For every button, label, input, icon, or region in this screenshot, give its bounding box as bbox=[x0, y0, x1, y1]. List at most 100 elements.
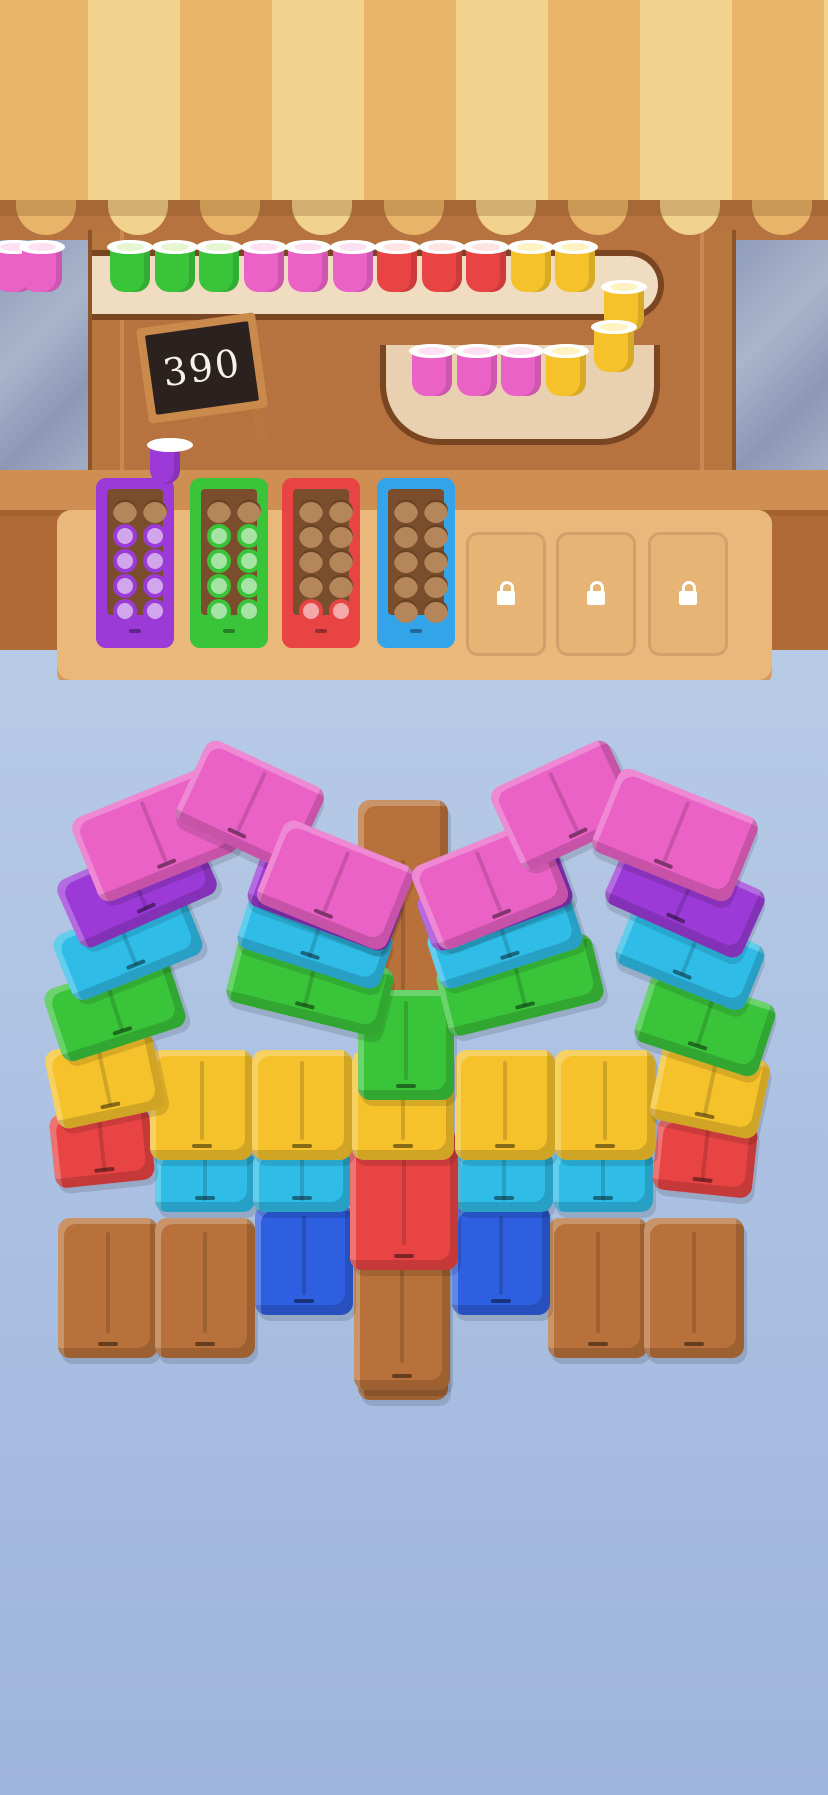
box-slot bbox=[129, 629, 141, 633]
red-box[interactable] bbox=[282, 478, 360, 648]
box-cup bbox=[237, 574, 261, 598]
box-hole bbox=[207, 499, 231, 523]
block-seam bbox=[322, 850, 351, 913]
lock-icon bbox=[679, 581, 697, 605]
brown-block[interactable] bbox=[644, 1218, 744, 1358]
shop-scene: 390 bbox=[0, 0, 828, 680]
box-cup bbox=[237, 599, 261, 623]
block-slot bbox=[294, 1299, 314, 1303]
box-cup bbox=[143, 599, 167, 623]
royal-block[interactable] bbox=[452, 1205, 550, 1315]
brown-block[interactable] bbox=[155, 1218, 255, 1358]
box-hole bbox=[237, 499, 261, 523]
purple-box[interactable] bbox=[96, 478, 174, 648]
block-seam bbox=[139, 800, 168, 863]
box-hole bbox=[113, 499, 137, 523]
box-hole bbox=[424, 549, 448, 573]
locked-slot-3[interactable] bbox=[648, 532, 728, 656]
block-seam bbox=[106, 1232, 110, 1333]
block-slot bbox=[593, 1196, 613, 1200]
block-slot bbox=[394, 1254, 414, 1258]
block-seam bbox=[503, 1061, 507, 1141]
box-cup bbox=[329, 599, 353, 623]
box-cup bbox=[237, 549, 261, 573]
box-slot bbox=[223, 629, 235, 633]
block-slot bbox=[595, 1144, 615, 1148]
held-cup bbox=[147, 438, 193, 484]
box-slot bbox=[315, 629, 327, 633]
box-hole bbox=[424, 599, 448, 623]
block-slot bbox=[692, 1176, 713, 1183]
block-slot bbox=[294, 1001, 316, 1010]
block-seam bbox=[96, 1117, 107, 1171]
block-slot bbox=[393, 1144, 413, 1148]
box-cup bbox=[113, 524, 137, 548]
box-cup bbox=[207, 599, 231, 623]
block-slot bbox=[396, 1084, 416, 1088]
block-slot bbox=[694, 1111, 715, 1120]
box-cup bbox=[143, 524, 167, 548]
box-hole bbox=[394, 599, 418, 623]
box-hole bbox=[329, 549, 353, 573]
block-seam bbox=[700, 1127, 711, 1181]
block-slot bbox=[195, 1342, 215, 1346]
box-hole bbox=[299, 574, 323, 598]
box-hole bbox=[329, 574, 353, 598]
box-cup bbox=[207, 524, 231, 548]
box-cup bbox=[299, 599, 323, 623]
yellow-block[interactable] bbox=[150, 1050, 253, 1160]
box-hole bbox=[329, 524, 353, 548]
box-inner bbox=[107, 489, 167, 623]
yellow-block[interactable] bbox=[252, 1050, 352, 1160]
block-seam bbox=[499, 1216, 503, 1296]
yellow-block[interactable] bbox=[555, 1050, 655, 1160]
block-seam bbox=[547, 771, 579, 832]
block-seam bbox=[601, 1156, 605, 1201]
box-hole bbox=[143, 499, 167, 523]
box-inner bbox=[201, 489, 261, 623]
box-hole bbox=[299, 549, 323, 573]
block-seam bbox=[302, 1216, 306, 1296]
box-hole bbox=[299, 524, 323, 548]
box-cup bbox=[143, 574, 167, 598]
locked-slot-2[interactable] bbox=[556, 532, 636, 656]
box-hole bbox=[424, 524, 448, 548]
block-seam bbox=[474, 850, 503, 913]
block-slot bbox=[491, 1299, 511, 1303]
block-seam bbox=[404, 1001, 408, 1081]
blue-box[interactable] bbox=[377, 478, 455, 648]
block-seam bbox=[96, 1048, 113, 1106]
box-hole bbox=[394, 499, 418, 523]
box-cup bbox=[207, 549, 231, 573]
box-inner bbox=[293, 489, 353, 623]
brown-block[interactable] bbox=[58, 1218, 158, 1358]
locked-slot-1[interactable] bbox=[466, 532, 546, 656]
box-inner bbox=[388, 489, 448, 623]
block-seam bbox=[603, 1061, 607, 1141]
block-slot bbox=[494, 1196, 514, 1200]
block-slot bbox=[588, 1342, 608, 1346]
royal-block[interactable] bbox=[255, 1205, 353, 1315]
block-slot bbox=[94, 1166, 115, 1173]
block-seam bbox=[203, 1232, 207, 1333]
block-seam bbox=[236, 771, 268, 832]
brown-block[interactable] bbox=[548, 1218, 648, 1358]
box-cup bbox=[143, 549, 167, 573]
box-cup bbox=[207, 574, 231, 598]
green-box[interactable] bbox=[190, 478, 268, 648]
box-cup bbox=[237, 524, 261, 548]
block-seam bbox=[662, 800, 691, 863]
block-seam bbox=[300, 1156, 304, 1201]
block-slot bbox=[292, 1196, 312, 1200]
block-slot bbox=[191, 1144, 212, 1148]
box-hole bbox=[424, 574, 448, 598]
block-slot bbox=[684, 1342, 704, 1346]
block-seam bbox=[692, 1232, 696, 1333]
block-slot bbox=[495, 1144, 515, 1148]
block-seam bbox=[203, 1156, 207, 1201]
block-pile bbox=[0, 736, 828, 1620]
lock-icon bbox=[497, 581, 515, 605]
block-slot bbox=[292, 1144, 312, 1148]
box-hole bbox=[299, 499, 323, 523]
yellow-block[interactable] bbox=[455, 1050, 555, 1160]
